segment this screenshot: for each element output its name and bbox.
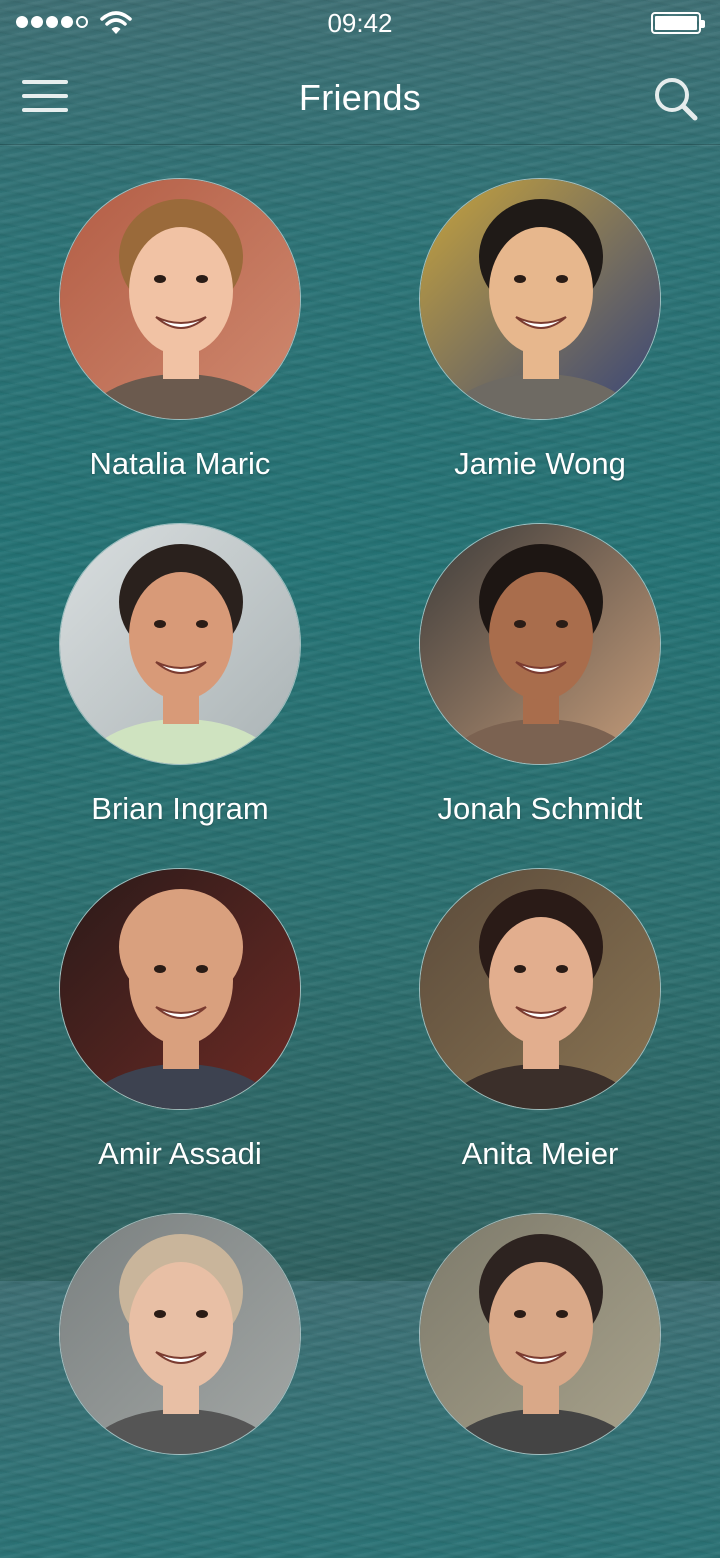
friend-card[interactable]: Jonah Schmidt [360, 523, 720, 868]
friend-name: Brian Ingram [91, 791, 269, 826]
friend-name: Natalia Maric [89, 446, 271, 481]
friend-avatar[interactable] [419, 1213, 661, 1455]
friend-avatar[interactable] [419, 178, 661, 420]
friend-name: Jamie Wong [454, 446, 626, 481]
portrait-photo-icon [60, 179, 300, 419]
friend-card[interactable]: Brian Ingram [0, 523, 360, 868]
portrait-photo-icon [60, 1214, 300, 1454]
portrait-photo-icon [420, 1214, 660, 1454]
portrait-photo-icon [60, 524, 300, 764]
friend-avatar[interactable] [59, 178, 301, 420]
search-icon[interactable] [653, 76, 699, 122]
portrait-photo-icon [420, 524, 660, 764]
page-title: Friends [298, 77, 422, 118]
friend-card[interactable]: Amir Assadi [0, 868, 360, 1213]
friend-card[interactable]: Natalia Maric [0, 178, 360, 523]
status-time: 09:42 [327, 8, 393, 38]
portrait-photo-icon [420, 869, 660, 1109]
friend-avatar[interactable] [59, 523, 301, 765]
friend-card[interactable] [0, 1213, 360, 1558]
status-bar: 09:42 [0, 0, 720, 46]
portrait-photo-icon [420, 179, 660, 419]
friend-card[interactable]: Anita Meier [360, 868, 720, 1213]
portrait-photo-icon [60, 869, 300, 1109]
friend-card[interactable]: Jamie Wong [360, 178, 720, 523]
friend-avatar[interactable] [59, 868, 301, 1110]
friend-avatar[interactable] [59, 1213, 301, 1455]
friend-name: Jonah Schmidt [437, 791, 643, 826]
navigation-bar: Friends [0, 46, 720, 145]
battery-icon [651, 12, 705, 34]
battery-fill [655, 16, 697, 30]
friend-avatar[interactable] [419, 523, 661, 765]
friend-avatar[interactable] [419, 868, 661, 1110]
battery-cap [701, 20, 705, 28]
friend-name: Anita Meier [461, 1136, 619, 1171]
friend-name: Amir Assadi [98, 1136, 262, 1171]
friend-card[interactable] [360, 1213, 720, 1558]
